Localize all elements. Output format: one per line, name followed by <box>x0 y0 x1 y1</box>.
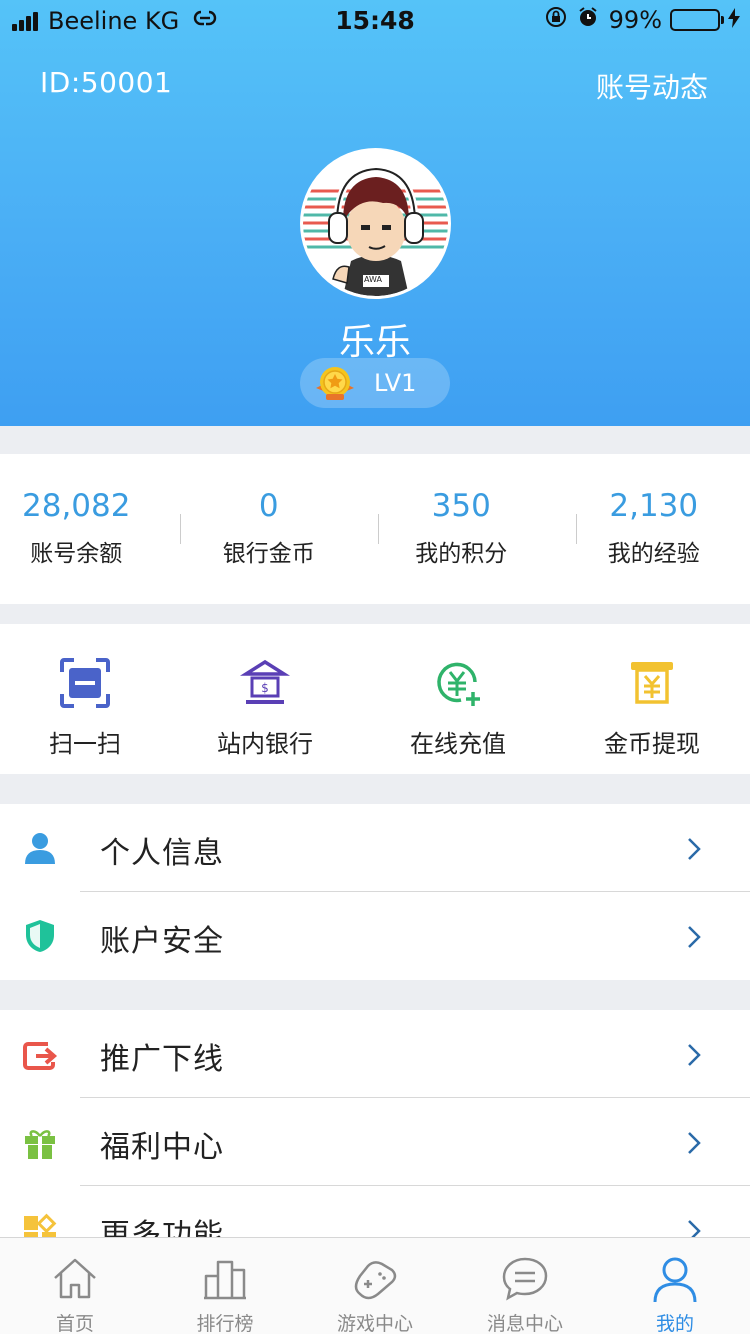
chevron-right-icon <box>688 1044 701 1066</box>
user-id: ID:50001 <box>40 66 173 99</box>
avatar-shirt-text: AWA <box>364 275 382 284</box>
menu-label: 福利中心 <box>100 1130 224 1165</box>
menu-group-account: 个人信息 账户安全 <box>0 804 750 980</box>
action-label: 金币提现 <box>604 730 700 758</box>
tab-message-center[interactable]: 消息中心 <box>450 1238 600 1334</box>
person-icon <box>25 833 55 864</box>
bottom-tab-bar: 首页 排行榜 游戏中心 消息中心 我的 <box>0 1237 750 1334</box>
profile-header: Beeline KG 15:48 99% ID:50001 账号动态 AWA 乐… <box>0 0 750 426</box>
action-label: 站内银行 <box>217 730 313 758</box>
withdraw-button[interactable]: 金币提现 <box>557 624 747 774</box>
message-icon <box>502 1257 548 1301</box>
stat-value: 2,130 <box>609 488 699 524</box>
gamepad-icon <box>354 1261 397 1300</box>
menu-item-promotion[interactable]: 推广下线 <box>0 1010 750 1098</box>
stat-bank-coins[interactable]: 0 银行金币 <box>173 454 366 604</box>
menu-label: 更多功能 <box>100 1218 224 1237</box>
menu-label: 推广下线 <box>100 1042 224 1077</box>
recharge-button[interactable]: 在线充值 <box>363 624 553 774</box>
menu-item-personal-info[interactable]: 个人信息 <box>0 804 750 892</box>
chevron-right-icon <box>688 1132 701 1154</box>
tab-game-center[interactable]: 游戏中心 <box>300 1238 450 1334</box>
menu-group-features: 推广下线 福利中心 更多功能 <box>0 1010 750 1237</box>
chevron-right-icon <box>688 838 701 860</box>
account-stats: 28,082 账号余额 0 银行金币 350 我的积分 2,130 我的经验 <box>0 454 750 604</box>
svg-text:$: $ <box>261 681 269 695</box>
stat-label: 我的经验 <box>607 541 700 567</box>
share-icon <box>23 1042 58 1070</box>
scan-icon <box>60 658 110 708</box>
tab-label: 首页 <box>55 1313 94 1334</box>
tab-label: 我的 <box>655 1313 694 1334</box>
tab-label: 排行榜 <box>196 1313 254 1334</box>
stat-value: 0 <box>258 488 279 524</box>
battery-percent: 99% <box>608 6 662 34</box>
profile-icon <box>653 1257 697 1303</box>
divider <box>378 514 379 544</box>
shield-icon <box>26 920 54 952</box>
gift-icon <box>25 1130 55 1159</box>
stat-value: 350 <box>431 488 491 524</box>
tab-home[interactable]: 首页 <box>0 1238 150 1334</box>
level-badge: LV1 <box>300 358 450 408</box>
stat-label: 银行金币 <box>222 541 315 567</box>
stat-account-balance[interactable]: 28,082 账号余额 <box>0 454 173 604</box>
status-bar: Beeline KG 15:48 99% <box>0 0 750 40</box>
stat-points[interactable]: 350 我的积分 <box>365 454 558 604</box>
menu-label: 个人信息 <box>100 836 224 871</box>
divider <box>576 514 577 544</box>
avatar[interactable]: AWA <box>300 148 451 299</box>
bank-icon: $ <box>239 659 291 704</box>
stat-value: 28,082 <box>22 488 131 524</box>
tab-label: 消息中心 <box>486 1313 563 1334</box>
menu-item-more-features[interactable]: 更多功能 <box>0 1186 750 1237</box>
alarm-icon <box>577 6 599 34</box>
chevron-right-icon <box>688 926 701 948</box>
ranking-icon <box>204 1260 246 1300</box>
more-icon <box>24 1213 57 1237</box>
menu-label: 账户安全 <box>100 924 224 959</box>
tab-label: 游戏中心 <box>336 1313 413 1334</box>
stat-label: 账号余额 <box>30 541 123 567</box>
action-label: 在线充值 <box>410 730 506 758</box>
battery-icon <box>670 9 724 31</box>
charging-icon <box>728 7 740 33</box>
chevron-right-icon <box>688 1220 701 1237</box>
menu-item-account-security[interactable]: 账户安全 <box>0 892 750 980</box>
home-icon <box>54 1258 96 1299</box>
bank-button[interactable]: $ 站内银行 <box>170 624 360 774</box>
level-text: LV1 <box>374 369 417 397</box>
stat-experience[interactable]: 2,130 我的经验 <box>558 454 750 604</box>
medal-icon <box>316 367 354 400</box>
menu-item-welfare-center[interactable]: 福利中心 <box>0 1098 750 1186</box>
scan-button[interactable]: 扫一扫 <box>0 624 180 774</box>
recharge-icon <box>437 662 480 706</box>
divider <box>180 514 181 544</box>
action-label: 扫一扫 <box>49 730 121 758</box>
stat-label: 我的积分 <box>415 541 508 567</box>
withdraw-icon <box>631 662 673 704</box>
tab-profile[interactable]: 我的 <box>600 1238 750 1334</box>
tab-ranking[interactable]: 排行榜 <box>150 1238 300 1334</box>
rotation-lock-icon <box>545 6 567 34</box>
quick-actions: 扫一扫 $ 站内银行 在线充值 金币提现 <box>0 624 750 774</box>
account-activity-link[interactable]: 账号动态 <box>596 66 708 106</box>
